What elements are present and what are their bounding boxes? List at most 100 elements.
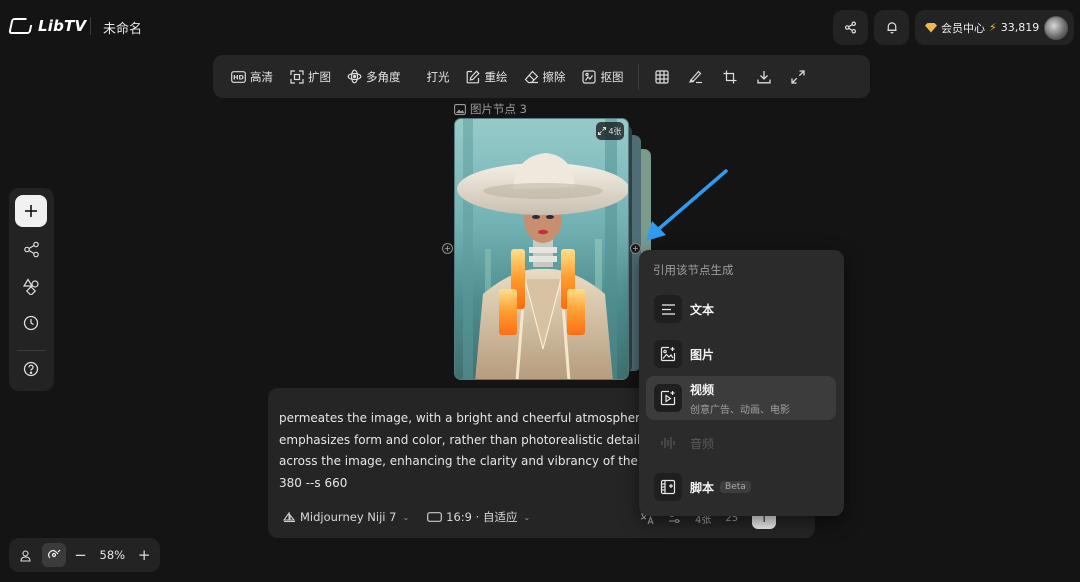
toolbar-redraw-label: 重绘 [484,69,508,84]
toolbar-lighting-button[interactable]: 打光 [409,63,458,91]
help-icon [23,361,39,377]
toolbar-hd-label: 高清 [250,69,273,84]
toolbar-multi-angle-button[interactable]: 多角度 [339,63,409,91]
aspect-ratio-icon [427,512,443,522]
menu-item-label: 音频 [690,436,715,451]
left-sidebar [9,188,54,391]
plus-icon: + [444,243,451,253]
menu-item-image[interactable]: 图片 [646,332,836,376]
snap-mode-button[interactable] [41,543,66,567]
toolbar-expand-label: 扩图 [308,69,331,84]
toolbar-erase-label: 擦除 [542,69,566,84]
user-mode-button[interactable] [14,543,38,567]
crop-icon [723,70,736,83]
menu-item-text[interactable]: 文本 [646,287,836,331]
image-spark-icon [654,340,682,368]
workflow-button[interactable] [15,233,47,265]
model-name: Midjourney Niji 7 [300,510,397,524]
toolbar-fullscreen-button[interactable] [781,63,815,91]
plus-icon: + [632,243,639,253]
toolbar-hd-button[interactable]: HD 高清 [223,63,281,91]
aspect-ratio-value: 16:9 · 自适应 [446,510,518,524]
history-icon [23,315,39,331]
menu-title: 引用该节点生成 [653,263,734,277]
grid-icon [654,69,669,84]
menu-item-audio: 音频 [646,421,836,465]
toolbar-erase-button[interactable]: 擦除 [516,63,574,91]
add-icon [25,205,37,217]
shapes-icon [22,277,39,295]
add-node-button[interactable] [15,195,47,227]
history-button[interactable] [15,307,47,339]
member-center-button[interactable]: 会员中心 ⚡ 33,819 [915,10,1074,45]
menu-item-label: 文本 [690,302,715,317]
share-button[interactable] [833,10,868,45]
header-divider [90,17,91,35]
toolbar-grid-button[interactable] [645,63,679,91]
generated-image[interactable] [454,118,629,380]
node-label: 图片节点 3 [454,101,527,117]
toolbar-cutout-button[interactable]: 抠图 [574,63,632,91]
zoom-out-button[interactable]: − [70,546,92,564]
chevron-down-icon: ⌄ [523,512,531,522]
menu-item-label: 脚本 [690,480,715,495]
multi-angle-icon [347,69,362,84]
annotation-arrow-icon [646,169,728,241]
beta-badge: Beta [720,481,751,493]
member-label: 会员中心 [941,21,985,35]
toolbar-redraw-button[interactable]: 重绘 [458,63,516,91]
zoom-controls: − 58% + [9,538,160,572]
svg-text:HD: HD [233,73,244,81]
node-input-port[interactable]: + [442,243,453,254]
share-icon [844,21,857,34]
menu-item-video[interactable]: 视频 创意广告、动画、电影 [646,376,836,420]
generated-image-illustration [455,119,628,379]
menu-item-subtitle: 创意广告、动画、电影 [690,404,790,416]
node-title: 图片节点 3 [470,102,527,116]
expand-image-icon [289,69,304,84]
toolbar-expand-button[interactable]: 扩图 [281,63,339,91]
audio-wave-icon [654,429,682,457]
script-film-icon [654,473,682,501]
app-logo[interactable]: LibTV [8,17,87,35]
model-selector[interactable]: Midjourney Niji 7 ⌄ [283,510,409,524]
image-node-icon [454,103,466,115]
eraser-icon [524,69,539,84]
toolbar-brush-button[interactable] [679,63,713,91]
toolbar-lighting-label: 打光 [426,69,450,84]
prompt-textarea[interactable]: permeates the image, with a bright and c… [279,408,651,494]
generate-from-node-menu: 引用该节点生成 文本 图片 视频 创意广告、动画、电影 音频 脚本 Beta [639,250,844,516]
text-lines-icon [654,295,682,323]
toolbar-crop-button[interactable] [713,63,747,91]
prompt-line: 380 --s 660 [279,475,348,490]
toolbar-cutout-label: 抠图 [600,69,624,84]
bell-icon [886,22,897,34]
zoom-in-button[interactable]: + [133,546,155,564]
toolbar-download-button[interactable] [747,63,781,91]
toolbar-multi-angle-label: 多角度 [366,69,401,84]
cutout-icon [582,69,597,84]
app-name: LibTV [38,17,87,35]
menu-item-label: 图片 [690,347,715,362]
credits-value: 33,819 [1000,21,1040,34]
download-icon [756,70,771,83]
video-spark-icon [654,384,682,412]
help-button[interactable] [15,353,47,385]
aspect-ratio-selector[interactable]: 16:9 · 自适应 ⌄ [427,509,530,525]
bolt-icon: ⚡ [989,21,997,34]
image-count-badge[interactable]: 4张 [596,122,624,140]
shapes-button[interactable] [15,270,47,302]
menu-item-script[interactable]: 脚本 Beta [646,465,836,509]
gem-icon [925,22,937,33]
chevron-down-icon: ⌄ [402,512,410,522]
avatar[interactable] [1044,15,1068,40]
sidebar-divider [17,350,46,351]
image-count-label: 4张 [608,126,622,136]
menu-item-label: 视频 [690,382,715,397]
zoom-level: 58% [99,548,126,562]
document-title[interactable]: 未命名 [103,18,142,37]
redraw-icon [466,69,481,84]
magnet-icon [47,549,61,559]
notification-button[interactable] [874,10,909,45]
sailboat-icon [283,511,296,522]
